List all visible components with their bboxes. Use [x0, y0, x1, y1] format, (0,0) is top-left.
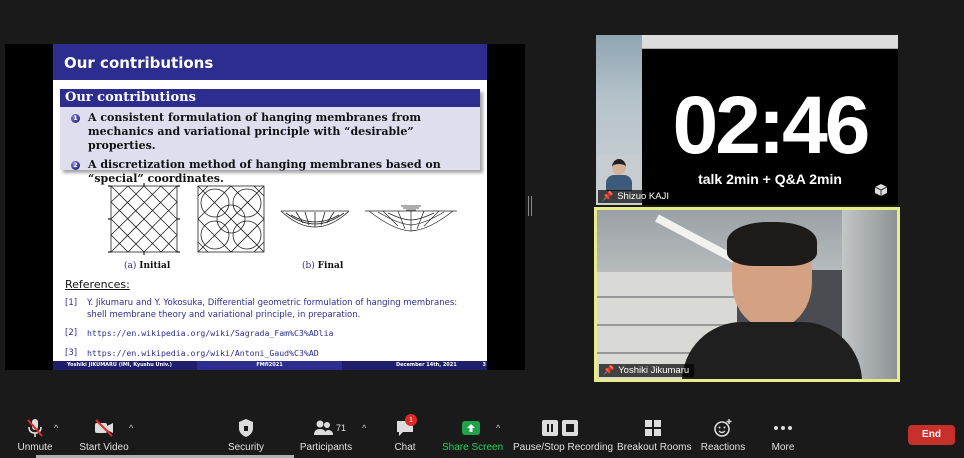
breakout-rooms-icon: [645, 420, 661, 436]
bullet-marker: 2: [71, 161, 80, 170]
zoom-meeting-window: Our contributions Our contributions 1 A …: [0, 0, 964, 458]
reference-number: [3]: [65, 348, 78, 358]
shelf-line: [597, 296, 737, 298]
person-head: [612, 159, 626, 175]
participants-icon: [314, 420, 333, 435]
breakout-rooms-label: Breakout Rooms: [617, 442, 692, 453]
more-dots-icon: [774, 426, 792, 430]
share-screen-icon: [462, 421, 480, 435]
bullet-text: A discretization method of hanging membr…: [88, 158, 441, 185]
end-meeting-button[interactable]: End: [908, 425, 955, 445]
record-label: Pause/Stop Recording: [513, 442, 614, 453]
smiley-plus-icon: [714, 419, 732, 437]
slide-title: Our contributions: [53, 44, 487, 80]
video-tile-yoshiki-jikumaru[interactable]: 📌 Yoshiki Jikumaru: [594, 207, 900, 382]
reactions-button[interactable]: Reactions: [700, 417, 746, 453]
caption-final: (b) Final: [302, 261, 343, 271]
participants-options-caret[interactable]: ^: [362, 423, 366, 433]
contributions-block: Our contributions 1 A consistent formula…: [60, 89, 480, 185]
pause-stop-icon: [542, 420, 578, 436]
caption-text: Initial: [139, 261, 171, 271]
bullet-item: 1 A consistent formulation of hanging me…: [60, 109, 480, 153]
security-label: Security: [227, 442, 265, 453]
cube-logo-icon: [874, 184, 888, 196]
share-options-caret[interactable]: ^: [496, 423, 500, 433]
share-screen-label: Share Screen: [442, 442, 504, 453]
hanging-membrane-side-view-2: [365, 205, 457, 232]
bullet-marker: 1: [71, 114, 80, 123]
block-title: Our contributions: [60, 89, 480, 107]
participant-thumbnail: [598, 155, 640, 191]
reactions-label: Reactions: [700, 442, 746, 453]
pin-icon: 📌: [603, 365, 615, 375]
reference-text: Y. Jikumaru and Y. Yokosuka, Differentia…: [87, 298, 458, 320]
countdown-timer: 02:46: [672, 80, 871, 171]
caption-label: (b): [302, 261, 315, 271]
footer-author: Yoshiki JIKUMARU (IMI, Kyushu Univ.): [53, 361, 197, 370]
timer-subtitle: talk 2min + Q&A 2min: [698, 171, 842, 187]
muted-microphone-icon: [27, 419, 43, 437]
participant-name-tag: 📌 Yoshiki Jikumaru: [599, 364, 695, 377]
reference-link[interactable]: https://en.wikipedia.org/wiki/Antoni_Gau…: [87, 347, 477, 359]
slide-footer: Yoshiki JIKUMARU (IMI, Kyushu Univ.) FMf…: [53, 361, 487, 370]
speaker-body: [682, 322, 862, 379]
participants-button[interactable]: 71 Participants: [298, 417, 354, 453]
participants-label: Participants: [299, 442, 353, 453]
bullet-text: A consistent formulation of hanging memb…: [88, 111, 422, 152]
caption-text: Final: [317, 261, 344, 271]
meeting-toolbar: Unmute ^ Start Video ^ Security 71 Parti…: [0, 409, 964, 458]
caption-label: (a): [124, 261, 137, 271]
reference-link[interactable]: https://en.wikipedia.org/wiki/Sagrada_Fa…: [87, 327, 477, 339]
browser-window: [642, 35, 898, 49]
split-view-handle[interactable]: [528, 196, 532, 216]
final-mesh-figure: [197, 185, 265, 253]
audio-options-caret[interactable]: ^: [54, 423, 58, 433]
reference-item: [2] https://en.wikipedia.org/wiki/Sagrad…: [65, 327, 477, 339]
video-tile-shizuo-kaji[interactable]: 02:46 talk 2min + Q&A 2min 📌 Shizuo KAJI: [596, 35, 898, 205]
footer-date: December 14th, 2021: [396, 362, 457, 368]
membrane-figures: [108, 183, 457, 255]
pin-icon: 📌: [602, 191, 614, 201]
pause-stop-recording-button[interactable]: Pause/Stop Recording: [513, 417, 614, 453]
person-body: [606, 175, 632, 191]
references-title: References:: [65, 278, 130, 291]
video-off-icon: [95, 419, 113, 437]
chat-label: Chat: [394, 442, 416, 453]
more-label: More: [771, 442, 795, 453]
reference-number: [1]: [65, 298, 78, 308]
reference-item: [1] Y. Jikumaru and Y. Yokosuka, Differe…: [65, 297, 477, 321]
shared-screen: Our contributions Our contributions 1 A …: [5, 44, 525, 370]
share-screen-button[interactable]: Share Screen: [442, 417, 504, 453]
chat-unread-badge: 1: [405, 414, 417, 426]
start-video-label: Start Video: [79, 442, 129, 453]
shelf-line: [597, 324, 737, 326]
footer-date-page: December 14th, 2021 3 / 3: [342, 361, 487, 370]
breakout-rooms-button[interactable]: Breakout Rooms: [617, 417, 692, 453]
shield-icon: [239, 419, 253, 437]
hanging-membrane-side-view-1: [280, 210, 350, 228]
footer-event: FMfI2021: [197, 361, 342, 370]
participant-name: Shizuo KAJI: [617, 191, 669, 202]
reference-number: [2]: [65, 328, 78, 338]
caption-initial: (a) Initial: [124, 261, 170, 271]
initial-mesh-figure: [108, 183, 180, 255]
participant-name-tag: 📌 Shizuo KAJI: [598, 190, 674, 203]
start-video-button[interactable]: Start Video: [76, 417, 132, 453]
video-options-caret[interactable]: ^: [129, 423, 133, 433]
presentation-slide: Our contributions Our contributions 1 A …: [53, 44, 487, 370]
more-button[interactable]: More: [766, 417, 800, 453]
participants-count: 71: [336, 423, 347, 433]
participant-name: Yoshiki Jikumaru: [618, 365, 690, 376]
speaker-hair: [727, 222, 817, 266]
security-button[interactable]: Security: [226, 417, 266, 453]
chat-button[interactable]: 1 Chat: [392, 414, 418, 453]
reference-item: [3] https://en.wikipedia.org/wiki/Antoni…: [65, 347, 477, 359]
unmute-button[interactable]: Unmute: [10, 417, 60, 453]
unmute-label: Unmute: [17, 442, 53, 453]
